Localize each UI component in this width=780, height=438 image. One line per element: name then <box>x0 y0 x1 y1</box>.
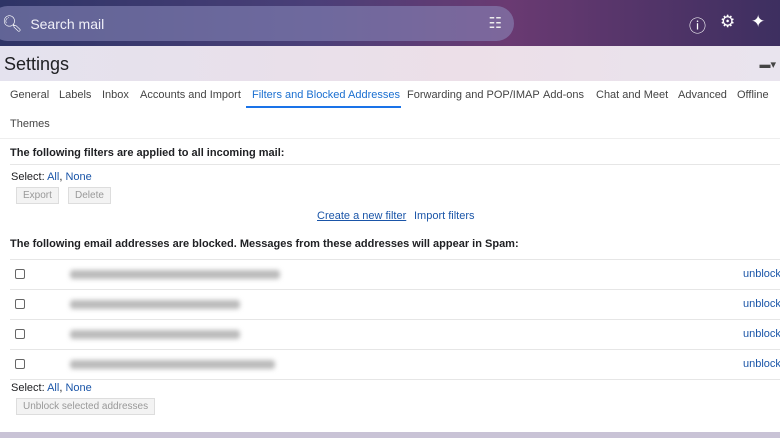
blocked-select: Select: All, None <box>11 382 92 394</box>
delete-button[interactable]: Delete <box>68 187 111 204</box>
filters-heading: The following filters are applied to all… <box>10 147 285 159</box>
blocked-row: unblock <box>10 320 780 350</box>
search-input[interactable]: Search mail <box>30 16 104 32</box>
select-all-link[interactable]: All <box>47 382 59 394</box>
blurred-address <box>70 360 275 369</box>
help-icon[interactable]: ⓘ <box>689 12 706 37</box>
create-filter-link[interactable]: Create a new filter <box>317 210 406 222</box>
tab-labels[interactable]: Labels <box>59 89 91 101</box>
tab-accounts[interactable]: Accounts and Import <box>140 89 241 101</box>
tab-general[interactable]: General <box>10 89 49 101</box>
unblock-selected-button[interactable]: Unblock selected addresses <box>16 398 156 415</box>
select-label: Select: <box>11 171 45 183</box>
unblock-link[interactable]: unblock <box>743 298 780 310</box>
row-checkbox[interactable] <box>15 359 25 369</box>
blocked-row: unblock <box>10 350 780 380</box>
blocked-row: unblock <box>10 260 780 290</box>
active-tab-indicator <box>246 106 401 108</box>
export-button[interactable]: Export <box>16 187 59 204</box>
tab-themes[interactable]: Themes <box>10 118 50 130</box>
tab-filters[interactable]: Filters and Blocked Addresses <box>252 89 400 101</box>
sparkle-icon[interactable]: ✦ <box>751 12 765 32</box>
blurred-address <box>70 300 240 309</box>
unblock-link[interactable]: unblock <box>743 328 780 340</box>
top-bar: 🔍︎ Search mail ☷ ⓘ ⚙ ✦ <box>0 0 780 46</box>
tab-inbox[interactable]: Inbox <box>102 89 129 101</box>
keyboard-icon[interactable]: ▬▾ <box>759 58 776 71</box>
import-filters-link[interactable]: Import filters <box>414 210 475 222</box>
tab-forwarding[interactable]: Forwarding and POP/IMAP <box>407 89 540 101</box>
select-label: Select: <box>11 382 45 394</box>
gear-icon[interactable]: ⚙ <box>720 12 735 32</box>
tab-offline[interactable]: Offline <box>737 89 769 101</box>
settings-tabs: General Labels Inbox Accounts and Import… <box>0 81 780 139</box>
settings-header: Settings ▬▾ <box>0 46 780 81</box>
page-title: Settings <box>4 54 70 74</box>
tab-addons[interactable]: Add-ons <box>543 89 584 101</box>
settings-panel: Settings ▬▾ General Labels Inbox Account… <box>0 46 780 432</box>
blurred-address <box>70 270 280 279</box>
unblock-link[interactable]: unblock <box>743 358 780 370</box>
tab-chat[interactable]: Chat and Meet <box>596 89 668 101</box>
search-bar[interactable]: 🔍︎ Search mail ☷ <box>0 6 514 41</box>
select-none-link[interactable]: None <box>65 171 91 183</box>
divider <box>10 164 780 165</box>
select-none-link[interactable]: None <box>65 382 91 394</box>
search-icon[interactable]: 🔍︎ <box>2 14 22 34</box>
row-checkbox[interactable] <box>15 269 25 279</box>
blocked-row: unblock <box>10 290 780 320</box>
tune-icon[interactable]: ☷ <box>489 14 502 32</box>
row-checkbox[interactable] <box>15 299 25 309</box>
bottom-edge <box>0 432 780 438</box>
select-all-link[interactable]: All <box>47 171 59 183</box>
tab-advanced[interactable]: Advanced <box>678 89 727 101</box>
unblock-link[interactable]: unblock <box>743 268 780 280</box>
blocked-heading: The following email addresses are blocke… <box>10 238 519 250</box>
filters-select: Select: All, None <box>11 171 92 183</box>
row-checkbox[interactable] <box>15 329 25 339</box>
blurred-address <box>70 330 240 339</box>
